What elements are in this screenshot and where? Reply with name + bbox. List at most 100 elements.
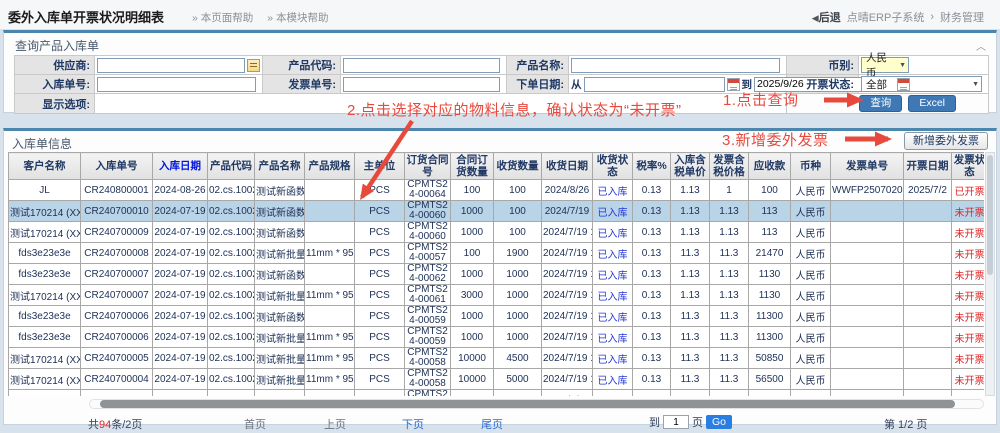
last-page-link[interactable]: 尾页 — [481, 416, 503, 432]
invoice-status-select[interactable]: 全部 ▼ — [861, 76, 982, 92]
product-code-input[interactable] — [343, 58, 500, 73]
supplier-picker-icon[interactable] — [247, 59, 260, 72]
cell-receive-status[interactable]: 已入库 — [593, 180, 633, 201]
cell-receive-status[interactable]: 已入库 — [593, 390, 633, 396]
cell-receivable: 1130 — [749, 285, 791, 306]
table-row[interactable]: fds3e23e3eCR2407000072024-07-1902.cs.100… — [9, 264, 985, 285]
table-row[interactable]: 测试170214 (XX)CR2407000102024-07-1902.cs.… — [9, 201, 985, 222]
cell-unit: PCS — [355, 180, 405, 201]
table-row[interactable]: 测试170214 (XX)CR2407000032024-07-1101.VEL… — [9, 390, 985, 396]
go-button[interactable]: Go — [706, 415, 732, 429]
table-row[interactable]: fds3e23e3eCR2407000062024-07-1902.cs.100… — [9, 327, 985, 348]
table-row[interactable]: JLCR2408000012024-08-2602.cs.100241测试新函数… — [9, 180, 985, 201]
breadcrumb-app[interactable]: 点晴ERP子系统 — [847, 9, 925, 25]
table-row[interactable]: fds3e23e3eCR2407000062024-07-1902.cs.100… — [9, 306, 985, 327]
cell-customer-name: fds3e23e3e — [9, 306, 81, 327]
cell-received-qty: 100 — [494, 180, 542, 201]
table-row[interactable]: 测试170214 (XX)CR2407000072024-07-1902.cs.… — [9, 285, 985, 306]
cell-customer-name: 测试170214 (XX) — [9, 390, 81, 396]
cell-received-qty: 100 — [494, 201, 542, 222]
cell-invoice-date — [904, 348, 952, 369]
cell-receipt-unit-price: 1.13 — [671, 201, 710, 222]
breadcrumb: ◀后退 点晴ERP子系统 › 财务管理 — [812, 9, 984, 25]
column-header-invoice-no: 发票单号 — [831, 153, 904, 180]
cell-invoice-status: 未开票 — [952, 327, 985, 348]
cell-receivable: 21470 — [749, 243, 791, 264]
help-link-page[interactable]: » 本页面帮助 — [192, 12, 253, 24]
product-name-label: 产品名称: — [507, 56, 569, 75]
cell-receive-status[interactable]: 已入库 — [593, 285, 633, 306]
cell-customer-name: 测试170214 (XX) — [9, 201, 81, 222]
cell-receive-status[interactable]: 已入库 — [593, 348, 633, 369]
date-from-input[interactable] — [584, 77, 725, 92]
cell-received-qty: 1 — [494, 390, 542, 396]
search-button[interactable]: 查询 — [859, 95, 902, 112]
next-page-link[interactable]: 下页 — [402, 416, 424, 432]
cell-receipt-unit-price: 11.3 — [671, 369, 710, 390]
back-button[interactable]: ◀后退 — [812, 9, 841, 25]
help-link-module[interactable]: » 本模块帮助 — [267, 12, 328, 24]
cell-received-date: 2024/7/19 10 — [542, 264, 593, 285]
cell-receipt-unit-price: 11.3 — [671, 243, 710, 264]
cell-received-qty: 100 — [494, 222, 542, 243]
cell-order-contract-no: CPMTS24-00060 — [405, 201, 451, 222]
cell-receive-status[interactable]: 已入库 — [593, 264, 633, 285]
cell-receipt-date: 2024-07-19 — [153, 348, 208, 369]
cell-receipt-no: CR240700007 — [81, 264, 153, 285]
cell-received-qty: 1000 — [494, 306, 542, 327]
cell-receive-status[interactable]: 已入库 — [593, 222, 633, 243]
excel-button[interactable]: Excel — [908, 95, 956, 112]
supplier-input[interactable] — [97, 58, 245, 73]
chevron-down-icon: ▼ — [972, 81, 979, 88]
cell-tax-rate: 0.13 — [633, 285, 671, 306]
cell-invoice-no: WWFP250702001 — [831, 180, 904, 201]
cell-received-qty: 1900 — [494, 243, 542, 264]
table-row[interactable]: 测试170214 (XX)CR2407000042024-07-1902.cs.… — [9, 369, 985, 390]
goto-page-prefix: 到 — [649, 414, 660, 430]
cell-contract-qty: 10000 — [451, 369, 494, 390]
column-header-receipt-unit-price: 入库含税单价 — [671, 153, 710, 180]
cell-receive-status[interactable]: 已入库 — [593, 369, 633, 390]
cell-receive-status[interactable]: 已入库 — [593, 243, 633, 264]
product-name-input[interactable] — [571, 58, 780, 73]
cell-receipt-unit-price: 11.3 — [671, 348, 710, 369]
table-row[interactable]: fds3e23e3eCR2407000082024-07-1902.cs.100… — [9, 243, 985, 264]
currency-select[interactable]: 人民币▼ — [861, 57, 909, 73]
add-outsource-invoice-button[interactable]: 新增委外发票 — [904, 132, 988, 150]
horizontal-scrollbar-thumb[interactable] — [100, 400, 955, 408]
product-code-label: 产品代码: — [263, 56, 341, 75]
cell-product-name: 测试新批量领 — [255, 369, 305, 390]
invoice-no-input[interactable] — [343, 77, 500, 92]
receipt-no-input[interactable] — [97, 77, 256, 92]
cell-invoice-date — [904, 264, 952, 285]
cell-currency: 人民币 — [791, 390, 831, 396]
cell-invoice-date — [904, 201, 952, 222]
prev-page-link[interactable]: 上页 — [324, 416, 346, 432]
cell-unit: PCS — [355, 264, 405, 285]
cell-receivable: 100 — [749, 180, 791, 201]
cell-order-contract-no: CPMTS24-00059 — [405, 327, 451, 348]
table-row[interactable]: 测试170214 (XX)CR2407000092024-07-1902.cs.… — [9, 222, 985, 243]
cell-invoice-status: 未开票 — [952, 201, 985, 222]
cell-customer-name: 测试170214 (XX) — [9, 285, 81, 306]
vertical-scrollbar-thumb[interactable] — [987, 155, 993, 275]
cell-invoice-no — [831, 306, 904, 327]
column-header-receipt-date[interactable]: 入库日期 — [153, 153, 208, 180]
invoice-status-value: 全部 — [866, 77, 887, 92]
calendar-icon[interactable] — [897, 78, 910, 91]
cell-unit: PCS — [355, 243, 405, 264]
cell-receive-status[interactable]: 已入库 — [593, 201, 633, 222]
horizontal-scrollbar[interactable] — [89, 399, 984, 409]
first-page-link[interactable]: 首页 — [244, 416, 266, 432]
column-header-product-code: 产品代码 — [208, 153, 255, 180]
table-row[interactable]: 测试170214 (XX)CR2407000052024-07-1902.cs.… — [9, 348, 985, 369]
page-number-input[interactable] — [663, 415, 689, 429]
cell-product-spec — [305, 390, 355, 396]
collapse-panel-icon[interactable]: ︿ — [976, 38, 986, 53]
vertical-scrollbar[interactable] — [985, 152, 995, 396]
page-indicator: 第 1/2 页 — [884, 416, 927, 432]
breadcrumb-section[interactable]: 财务管理 — [940, 9, 984, 25]
cell-receive-status[interactable]: 已入库 — [593, 327, 633, 348]
cell-receive-status[interactable]: 已入库 — [593, 306, 633, 327]
cell-invoice-status: 未开票 — [952, 306, 985, 327]
